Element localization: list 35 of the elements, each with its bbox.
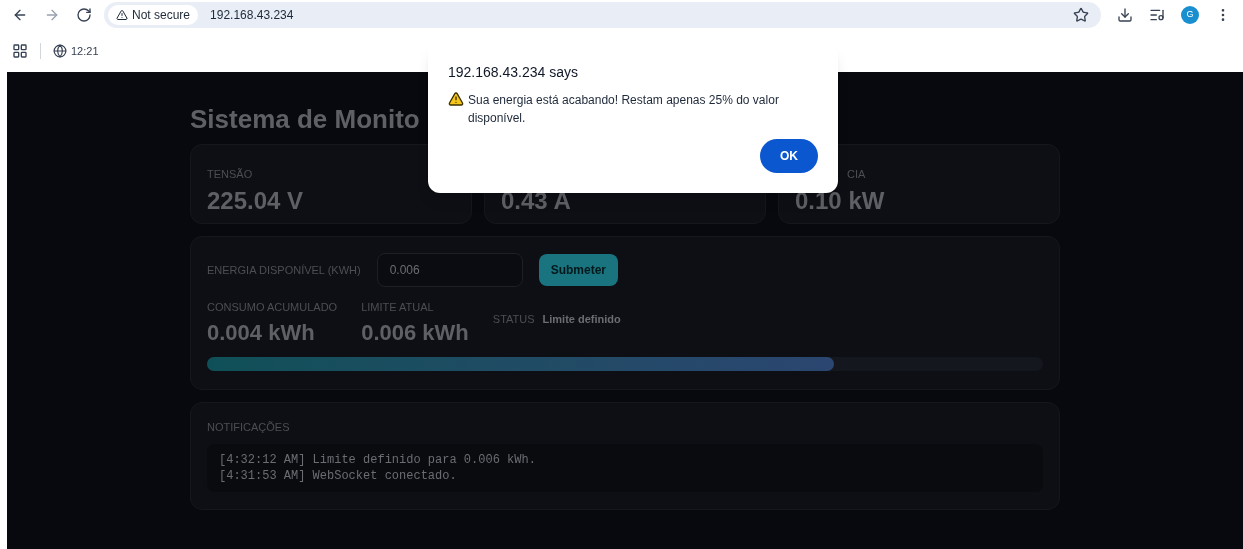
energy-label: ENERGIA DISPONÍVEL (KWH) bbox=[207, 262, 361, 278]
ok-button[interactable]: OK bbox=[760, 139, 818, 173]
back-icon[interactable] bbox=[12, 7, 28, 23]
status-label: STATUS bbox=[492, 312, 535, 327]
stat-value: 0.004 kWh bbox=[207, 318, 316, 347]
apps-icon[interactable] bbox=[12, 43, 28, 59]
dialog-message: Sua energia está acabando! Restam apenas 25% do valor disponível. bbox=[468, 92, 780, 127]
metric-value: 0.10 kW bbox=[795, 186, 886, 216]
log-line: [4:31:53 AM] WebSocket conectado. bbox=[219, 467, 458, 484]
status-value: Limite definido bbox=[542, 312, 621, 327]
notifications-title: NOTIFICAÇÕES bbox=[207, 420, 291, 435]
energy-input[interactable]: 0.006 bbox=[376, 253, 523, 287]
dialog-title: 192.168.43.234 says bbox=[448, 63, 579, 82]
address-bar[interactable]: Not secure 192.168.43.234 bbox=[104, 2, 1101, 28]
warning-icon bbox=[448, 91, 464, 107]
page-title: Sistema de Monito bbox=[190, 103, 420, 136]
warning-icon bbox=[116, 9, 128, 21]
media-icon[interactable] bbox=[1149, 7, 1165, 23]
stat-label: CONSUMO ACUMULADO bbox=[207, 300, 338, 315]
reload-icon[interactable] bbox=[76, 7, 92, 23]
stat-value: 0.006 kWh bbox=[361, 318, 469, 347]
bookmark-icon[interactable] bbox=[1073, 7, 1089, 23]
submit-button[interactable]: Submeter bbox=[538, 254, 618, 286]
stat-label: LIMITE ATUAL bbox=[361, 300, 435, 315]
security-chip[interactable]: Not secure bbox=[108, 5, 199, 25]
log-line: [4:32:12 AM] Limite definido para 0.006 kWh. bbox=[219, 451, 537, 468]
metric-label: TENSÃO bbox=[207, 168, 253, 180]
profile-avatar[interactable]: G bbox=[1181, 6, 1199, 24]
globe-icon bbox=[53, 44, 67, 58]
url-text: 192.168.43.234 bbox=[210, 7, 295, 24]
download-icon[interactable] bbox=[1117, 7, 1133, 23]
tab-item[interactable]: 12:21 bbox=[53, 42, 99, 60]
metric-value: 0.43 A bbox=[501, 186, 572, 216]
metric-value: 225.04 V bbox=[207, 186, 305, 216]
metric-label: CIA bbox=[847, 168, 866, 180]
